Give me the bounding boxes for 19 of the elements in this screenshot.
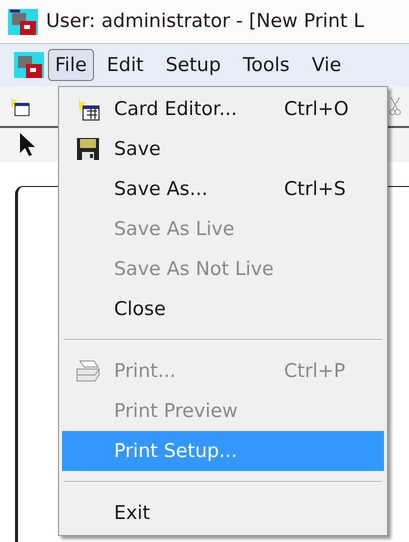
printer-icon xyxy=(74,359,102,383)
scissors-icon[interactable] xyxy=(388,94,401,118)
menu-bar-item[interactable]: Tools xyxy=(234,49,299,81)
window-title: User: administrator - [New Print L xyxy=(46,9,364,34)
app-icon xyxy=(8,6,38,36)
menu-item[interactable]: Close xyxy=(62,289,384,329)
shortcut-label: Ctrl+P xyxy=(284,358,346,384)
app-icon xyxy=(14,50,44,80)
menu-bar-item[interactable]: Edit xyxy=(98,49,153,81)
shortcut-label: Ctrl+S xyxy=(284,176,346,202)
menu-item[interactable]: Card Editor... Ctrl+O xyxy=(62,89,384,129)
menu-item[interactable]: Exit xyxy=(62,493,384,533)
menu-item[interactable]: Save As... Ctrl+S xyxy=(62,169,384,209)
menu-bar-item[interactable]: Vie xyxy=(302,49,350,81)
pointer-icon[interactable] xyxy=(18,132,36,158)
shortcut-label: Ctrl+O xyxy=(284,96,349,122)
menu-bar-item[interactable]: Setup xyxy=(156,49,230,81)
menu-item[interactable]: Save xyxy=(62,129,384,169)
menu-bar-item[interactable]: File xyxy=(48,49,94,81)
